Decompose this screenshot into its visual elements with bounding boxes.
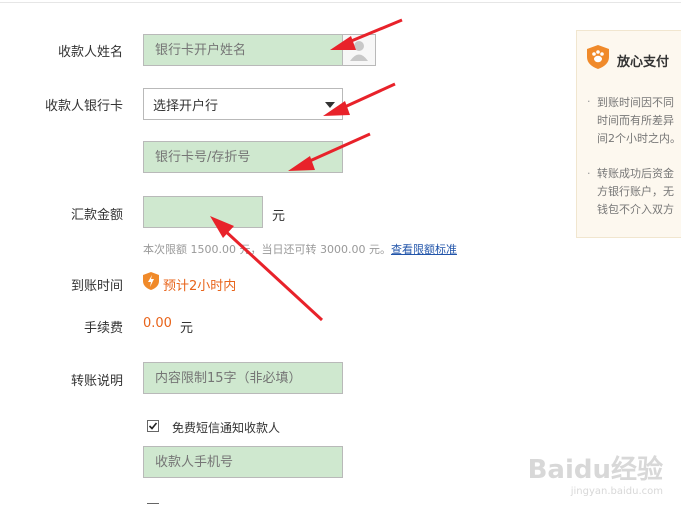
payee-phone-input[interactable] (153, 453, 342, 471)
bank-select[interactable]: 选择开户行 (143, 88, 343, 120)
arrival-time-value: 预计2小时内 (163, 279, 237, 294)
arrival-note: 到账时间因不同 时间而有所差异 间2个小时之内。 (597, 94, 681, 148)
next-checkbox-partial[interactable] (147, 503, 159, 508)
transfer-note-input-wrapper[interactable] (143, 362, 343, 394)
checkmark-icon (148, 422, 158, 430)
bullet-dot: · (587, 167, 591, 180)
arrival-note-line: 时间而有所差异 (597, 114, 674, 127)
chevron-down-icon (325, 102, 335, 108)
transfer-note-input[interactable] (153, 369, 342, 387)
bank-select-value: 选择开户行 (153, 98, 219, 114)
contact-person-icon (350, 41, 368, 61)
transfer-note-label: 转账说明 (70, 374, 123, 389)
sms-notify-label: 免费短信通知收款人 (172, 421, 281, 435)
limit-hint-text: 本次限额 1500.00 元，当日还可转 3000.00 元。 (143, 243, 391, 256)
fee-value: 0.00 (143, 316, 172, 331)
transfer-note-line: 方银行账户，无 (597, 185, 674, 198)
annotation-arrow (210, 216, 324, 322)
amount-unit: 元 (272, 209, 286, 224)
safe-pay-title: 放心支付 (617, 55, 670, 70)
watermark-brand: Baidu经验 (527, 455, 663, 485)
card-number-input[interactable] (153, 148, 342, 166)
transfer-success-note: 转账成功后资金 方银行账户，无 钱包不介入双方 (597, 165, 681, 219)
bullet-dot: · (587, 95, 591, 108)
payee-name-label: 收款人姓名 (57, 45, 123, 60)
payee-name-input-wrapper[interactable] (143, 34, 343, 66)
watermark-url: jingyan.baidu.com (570, 486, 663, 497)
fee-unit: 元 (180, 321, 194, 336)
amount-input-wrapper[interactable] (143, 196, 263, 228)
sms-notify-checkbox[interactable] (147, 420, 159, 432)
contact-picker-button[interactable] (342, 34, 376, 66)
payee-name-input[interactable] (153, 41, 342, 59)
limit-hint: 本次限额 1500.00 元，当日还可转 3000.00 元。查看限额标准 (143, 241, 457, 257)
amount-label: 汇款金额 (70, 208, 123, 223)
transfer-note-line: 转账成功后资金 (597, 167, 674, 180)
limit-standard-link[interactable]: 查看限额标准 (391, 243, 457, 256)
transfer-note-line: 钱包不介入双方 (597, 203, 674, 216)
top-divider (0, 2, 681, 3)
fee-label: 手续费 (83, 321, 123, 336)
arrival-note-line: 到账时间因不同 (597, 96, 674, 109)
arrival-time-label: 到账时间 (70, 279, 123, 294)
lightning-shield-icon (143, 272, 159, 290)
safe-pay-panel: 放心支付 · 到账时间因不同 时间而有所差异 间2个小时之内。 · 转账成功后资… (576, 30, 681, 238)
card-number-input-wrapper[interactable] (143, 141, 343, 173)
baidu-jingyan-watermark: Baidu经验 jingyan.baidu.com (528, 449, 663, 497)
arrival-note-line: 间2个小时之内。 (597, 132, 681, 145)
paw-shield-icon (587, 45, 609, 69)
payee-phone-input-wrapper[interactable] (143, 446, 343, 478)
amount-input[interactable] (153, 203, 262, 221)
payee-bank-label: 收款人银行卡 (44, 99, 123, 114)
